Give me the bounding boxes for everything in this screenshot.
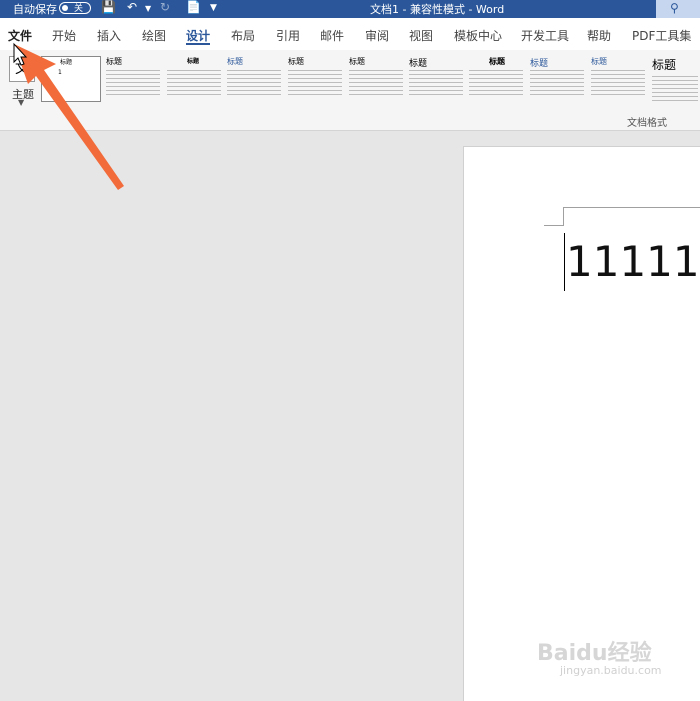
watermark-url: jingyan.baidu.com	[560, 664, 662, 677]
annotation-arrow	[14, 44, 124, 190]
watermark-logo: Baidu经验	[537, 641, 652, 666]
annotation-overlay	[13, 42, 124, 190]
